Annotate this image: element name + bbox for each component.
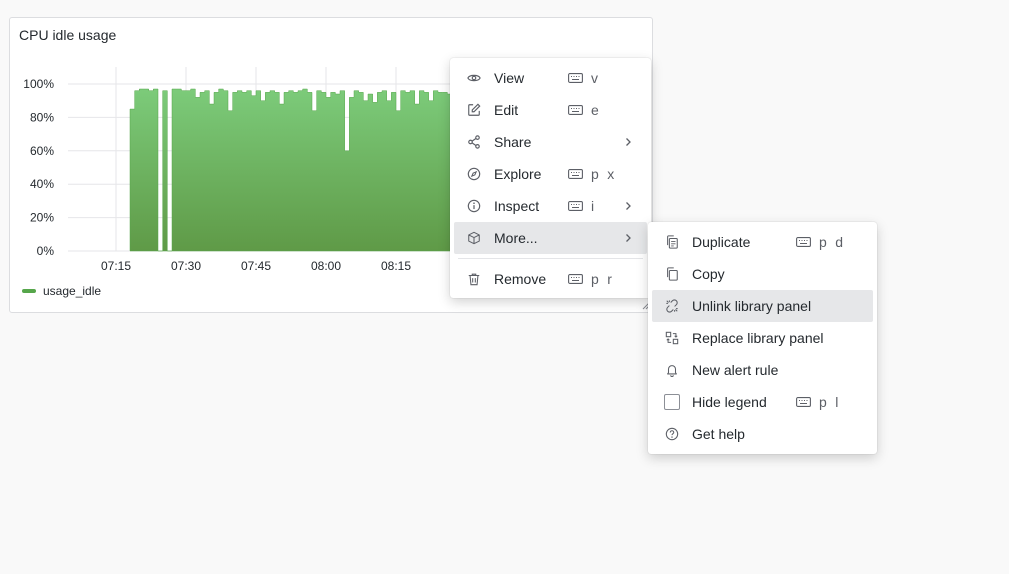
legend-label[interactable]: usage_idle	[43, 284, 101, 298]
menu-item-unlink-library-panel[interactable]: Unlink library panel	[652, 290, 873, 322]
menu-item-label: Share	[494, 134, 532, 150]
menu-item-label: More...	[494, 230, 538, 246]
question-circle-icon	[664, 426, 680, 442]
menu-item-label: New alert rule	[692, 362, 779, 378]
chevron-right-icon	[626, 234, 631, 242]
legend[interactable]: usage_idle	[22, 284, 101, 298]
menu-item-replace-library-panel[interactable]: Replace library panel	[652, 322, 873, 354]
shortcut-key: l	[835, 394, 839, 410]
menu-item-label: Inspect	[494, 198, 540, 214]
trash-icon	[466, 271, 482, 287]
menu-item-label: Get help	[692, 426, 745, 442]
unlink-icon	[664, 298, 680, 314]
keyboard-icon	[796, 234, 811, 250]
shortcut-key: d	[835, 234, 844, 250]
shortcut-keys: i	[591, 198, 595, 214]
menu-item-label: View	[494, 70, 525, 86]
keyboard-icon	[568, 198, 583, 214]
shortcut-keys: v	[591, 70, 599, 86]
x-tick-label: 08:15	[381, 259, 411, 273]
menu-item-duplicate[interactable]: Duplicate p d	[652, 226, 873, 258]
x-tick-label: 07:15	[101, 259, 131, 273]
menu-item-share[interactable]: Share	[454, 126, 647, 158]
replace-icon	[664, 330, 680, 346]
menu-item-label: Replace library panel	[692, 330, 824, 346]
y-tick-label: 60%	[30, 144, 54, 158]
menu-item-label: Remove	[494, 271, 547, 287]
menu-item-view[interactable]: View v	[454, 62, 647, 94]
x-tick-label: 08:00	[311, 259, 341, 273]
keyboard-icon	[568, 102, 583, 118]
shortcut-explore: p x	[568, 166, 615, 182]
panel-context-menu: View v Edit e Share Explore p x Inspect …	[450, 58, 651, 298]
menu-item-label: Unlink library panel	[692, 298, 812, 314]
info-circle-icon	[466, 198, 482, 214]
menu-item-explore[interactable]: Explore p x	[454, 158, 647, 190]
clipboard-icon	[664, 266, 680, 282]
menu-item-new-alert-rule[interactable]: New alert rule	[652, 354, 873, 386]
shortcut-key: r	[607, 271, 613, 287]
menu-item-edit[interactable]: Edit e	[454, 94, 647, 126]
shortcut-keys: e	[591, 102, 600, 118]
menu-item-label: Explore	[494, 166, 542, 182]
shortcut-key: p	[819, 394, 828, 410]
shortcut-key: p	[591, 166, 600, 182]
menu-divider	[458, 258, 643, 259]
eye-icon	[466, 70, 482, 86]
keyboard-icon	[796, 394, 811, 410]
menu-item-get-help[interactable]: Get help	[652, 418, 873, 450]
y-tick-label: 100%	[23, 77, 54, 91]
keyboard-icon	[568, 70, 583, 86]
shortcut-remove: p r	[568, 271, 612, 287]
legend-swatch	[22, 289, 36, 293]
checkbox-icon[interactable]	[664, 394, 680, 410]
copy-icon	[664, 234, 680, 250]
shortcut-hide-legend: p l	[796, 394, 839, 410]
x-tick-label: 07:45	[241, 259, 271, 273]
shortcut-view: v	[568, 70, 599, 86]
menu-item-hide-legend[interactable]: Hide legend p l	[652, 386, 873, 418]
shortcut-edit: e	[568, 102, 599, 118]
more-submenu: Duplicate p d Copy Unlink library panel …	[648, 222, 877, 454]
keyboard-icon	[568, 271, 583, 287]
chevron-right-icon	[626, 202, 631, 210]
shortcut-duplicate: p d	[796, 234, 844, 250]
shortcut-inspect: i	[568, 198, 595, 214]
menu-item-label: Copy	[692, 266, 725, 282]
menu-item-copy[interactable]: Copy	[652, 258, 873, 290]
menu-item-remove[interactable]: Remove p r	[454, 263, 647, 295]
menu-item-inspect[interactable]: Inspect i	[454, 190, 647, 222]
menu-item-more[interactable]: More...	[454, 222, 647, 254]
y-tick-label: 40%	[30, 177, 54, 191]
y-tick-label: 20%	[30, 211, 54, 225]
bell-icon	[664, 362, 680, 378]
chevron-right-icon	[626, 138, 631, 146]
hide-legend-checkbox[interactable]	[664, 394, 680, 410]
cube-icon	[466, 230, 482, 246]
series-area-usage-idle	[129, 88, 453, 252]
compass-icon	[466, 166, 482, 182]
shortcut-key: p	[819, 234, 828, 250]
share-icon	[466, 134, 482, 150]
menu-item-label: Edit	[494, 102, 519, 118]
keyboard-icon	[568, 166, 583, 182]
shortcut-key: x	[607, 166, 615, 182]
x-tick-label: 07:30	[171, 259, 201, 273]
shortcut-key: p	[591, 271, 600, 287]
edit-icon	[466, 102, 482, 118]
y-tick-label: 0%	[37, 244, 55, 258]
y-tick-label: 80%	[30, 110, 54, 124]
